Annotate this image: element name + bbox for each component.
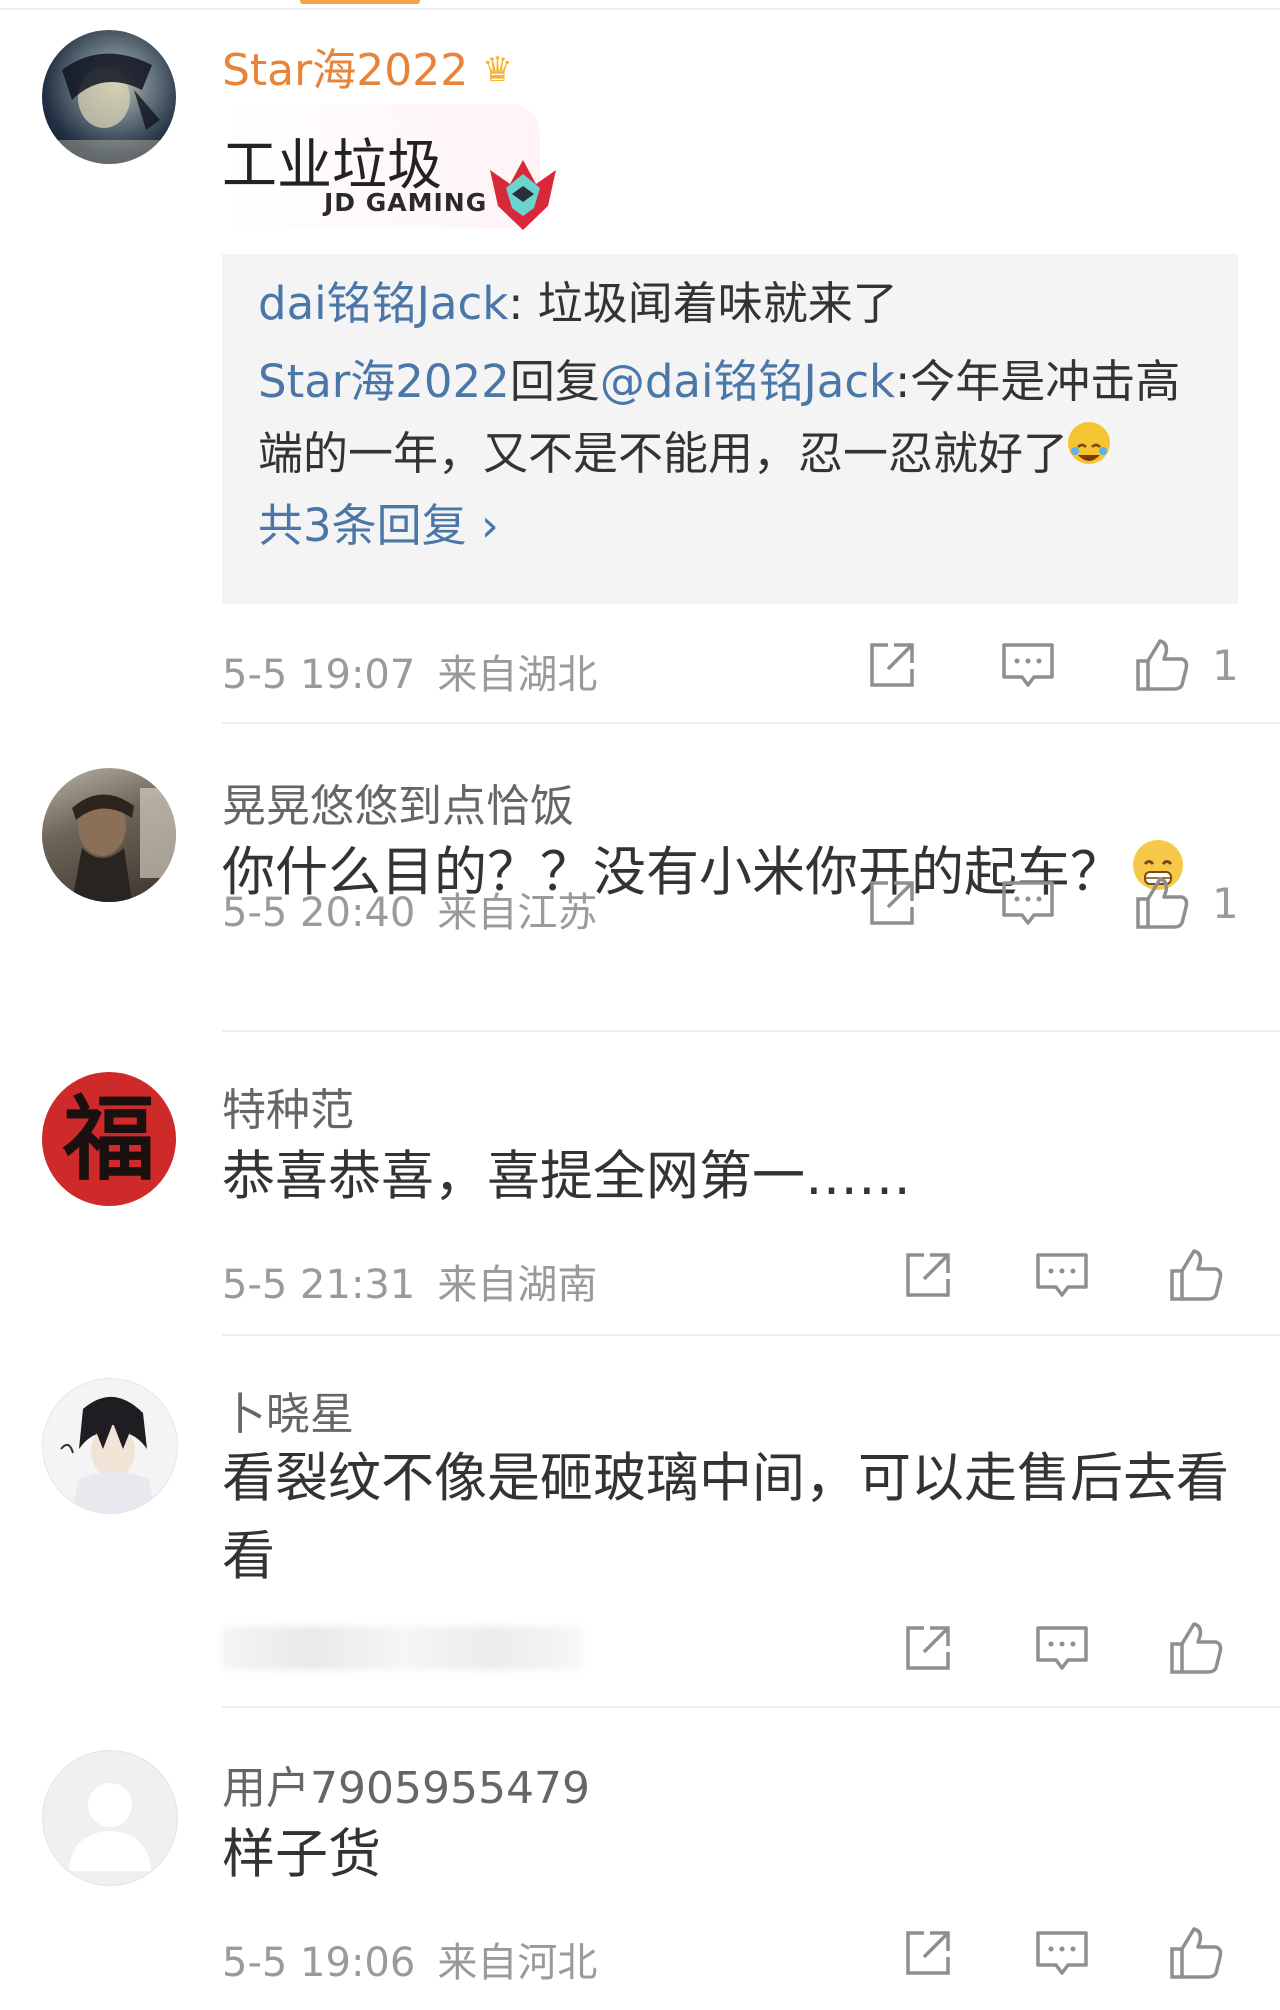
thumbs-up-icon[interactable] <box>1134 637 1190 693</box>
username[interactable]: 晃晃悠悠到点恰饭 <box>222 770 574 834</box>
username[interactable]: 用户7905955479 <box>222 1752 590 1816</box>
reply-username[interactable]: dai铭铭Jack <box>258 277 508 330</box>
jdg-logo-icon <box>490 160 556 230</box>
reply-mention[interactable]: @dai铭铭Jack <box>600 355 895 408</box>
avatar[interactable] <box>42 768 176 902</box>
share-icon[interactable] <box>900 1925 956 1981</box>
avatar-image <box>60 1396 155 1513</box>
avatar[interactable]: 福 <box>42 1072 176 1206</box>
avatar-character: 福 <box>62 1085 155 1193</box>
divider <box>222 1706 1280 1708</box>
comment-time: 5-5 19:07 <box>222 652 416 698</box>
reply-line: Star海2022回复@dai铭铭Jack:今年是冲击高端的一年，又不是不能用，… <box>258 355 1181 480</box>
username[interactable]: 卜晓星 <box>222 1378 354 1442</box>
divider <box>222 722 1280 724</box>
comment-icon[interactable] <box>1034 1620 1090 1676</box>
comment-location: 来自湖北 <box>437 652 598 698</box>
comment-text: 看裂纹不像是砸玻璃中间，可以走售后去看看 <box>222 1448 1229 1587</box>
comment-meta: 5-5 20:40 来自江苏 <box>222 880 597 938</box>
share-icon[interactable] <box>864 637 920 693</box>
thumbs-up-icon[interactable] <box>1168 1925 1224 1981</box>
laugh-cry-emoji-icon <box>1068 422 1111 464</box>
comment-meta: 5-5 21:31 来自湖南 <box>222 1252 597 1310</box>
avatar[interactable] <box>42 1378 178 1514</box>
like-count: 1 <box>1212 641 1239 690</box>
thumbs-up-icon[interactable] <box>1168 1247 1224 1303</box>
comment-icon[interactable] <box>1000 637 1056 693</box>
comment-time: 5-5 19:06 <box>222 1940 416 1986</box>
comment-icon[interactable] <box>1034 1925 1090 1981</box>
sticker: 工业垃圾 JD GAMING <box>222 104 556 230</box>
view-all-replies-link[interactable]: 共3条回复 › <box>258 490 1208 562</box>
share-icon[interactable] <box>900 1620 956 1676</box>
comment-meta: 5-5 19:06 来自河北 <box>222 1930 597 1988</box>
top-accent-bar <box>300 0 420 4</box>
comment-icon[interactable] <box>1000 875 1056 931</box>
default-user-icon <box>69 1783 151 1871</box>
thumbs-up-icon[interactable] <box>1134 875 1190 931</box>
share-icon[interactable] <box>900 1247 956 1303</box>
avatar-image <box>42 53 176 164</box>
reply-username[interactable]: Star海2022 <box>258 355 510 408</box>
comment-icon[interactable] <box>1034 1247 1090 1303</box>
like-count: 1 <box>1212 879 1239 928</box>
comment-meta: 5-5 19:07 来自湖北 <box>222 642 597 700</box>
avatar-image <box>72 788 176 902</box>
blurred-meta <box>222 1626 582 1670</box>
divider <box>222 1030 1280 1032</box>
comment-location: 来自河北 <box>437 1940 598 1986</box>
reply-preview-box[interactable]: dai铭铭Jack: 垃圾闻着味就来了 Star海2022回复@dai铭铭Jac… <box>222 254 1238 604</box>
crown-icon: ♛ <box>482 50 513 90</box>
avatar[interactable] <box>42 1750 178 1886</box>
top-divider <box>0 8 1280 10</box>
comment-location: 来自江苏 <box>437 890 598 936</box>
thumbs-up-icon[interactable] <box>1168 1620 1224 1676</box>
comment-text: 恭喜恭喜，喜提全网第一…… <box>222 1146 911 1207</box>
comment-time: 5-5 20:40 <box>222 890 416 936</box>
comment-location: 来自湖南 <box>437 1262 598 1308</box>
username[interactable]: Star海2022 ♛ <box>222 34 513 98</box>
share-icon[interactable] <box>864 875 920 931</box>
comment-text: 样子货 <box>222 1824 381 1885</box>
username[interactable]: 特种范 <box>222 1074 354 1138</box>
avatar[interactable] <box>42 30 176 164</box>
sticker-brand: JD GAMING <box>324 188 488 217</box>
divider <box>222 1334 1280 1336</box>
reply-line: dai铭铭Jack: 垃圾闻着味就来了 <box>258 277 898 330</box>
comment-time: 5-5 21:31 <box>222 1262 416 1308</box>
